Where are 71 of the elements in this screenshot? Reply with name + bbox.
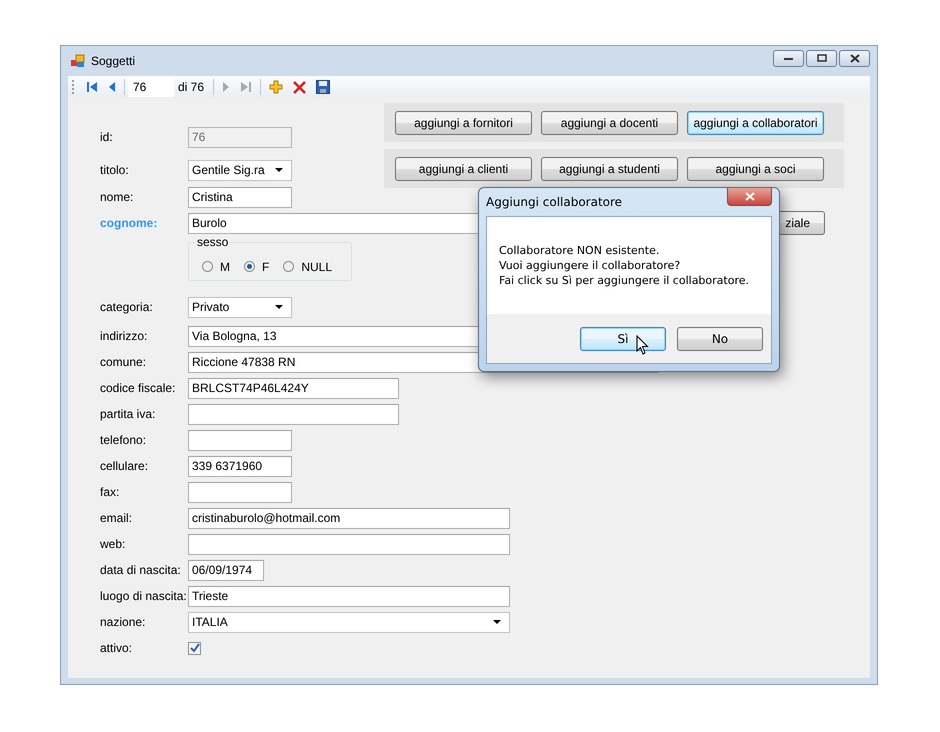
field-label: luogo di nascita:: [100, 589, 188, 603]
dropdown-arrow-icon: [275, 168, 283, 172]
grip-icon: [72, 79, 75, 95]
field-label: fax:: [100, 485, 120, 499]
text-field[interactable]: [188, 404, 399, 424]
add-to-group-button[interactable]: aggiungi a studenti: [541, 156, 678, 180]
field-label: indirizzo:: [100, 329, 148, 343]
add-to-group-button[interactable]: aggiungi a soci: [687, 156, 824, 180]
dialog-title: Aggiungi collaboratore: [486, 195, 622, 209]
add-to-group-button[interactable]: aggiungi a collaboratori: [687, 110, 824, 134]
record-count: di 76: [177, 80, 206, 94]
minimize-icon: [784, 56, 793, 60]
field-label: nome:: [100, 190, 134, 204]
field-label: id:: [100, 130, 114, 144]
next-icon: [222, 81, 230, 93]
radio-option[interactable]: F: [244, 260, 270, 274]
dropdown[interactable]: ITALIA: [188, 612, 510, 632]
text-field[interactable]: BRLCST74P46L424Y: [188, 378, 399, 398]
field-label: attivo:: [100, 641, 134, 655]
maximize-button[interactable]: [806, 50, 837, 66]
field-label: partita iva:: [100, 407, 156, 421]
text-field[interactable]: [188, 430, 292, 450]
add-to-group-button[interactable]: aggiungi a docenti: [541, 110, 678, 134]
dialog-button[interactable]: No: [677, 326, 763, 350]
add-to-group-button[interactable]: aggiungi a fornitori: [395, 110, 532, 134]
close-button[interactable]: [727, 188, 772, 206]
text-field[interactable]: [188, 482, 292, 502]
maximize-icon: [816, 54, 826, 62]
text-field[interactable]: [188, 534, 510, 554]
minimize-button[interactable]: [773, 50, 804, 66]
first-record-icon: [86, 81, 98, 93]
close-icon: [850, 54, 860, 62]
close-icon: [744, 192, 754, 201]
delete-icon: [293, 80, 306, 94]
field-label: comune:: [100, 355, 148, 369]
message-line: Collaboratore NON esistente.: [499, 243, 660, 258]
last-record-icon: [240, 81, 252, 93]
text-field[interactable]: 339 6371960: [188, 456, 292, 476]
field-label: email:: [100, 511, 134, 525]
mouse-pointer-icon: [636, 335, 649, 356]
field-label: web:: [100, 537, 126, 551]
app-icon: [71, 54, 85, 68]
field-label: nazione:: [100, 615, 146, 629]
save-icon: [316, 80, 330, 94]
radio-option[interactable]: M: [202, 260, 230, 274]
dropdown-arrow-icon: [493, 620, 501, 624]
previous-icon: [108, 81, 116, 93]
radio-option[interactable]: NULL: [283, 260, 332, 274]
checkbox[interactable]: [188, 642, 201, 654]
position-field[interactable]: 76: [128, 77, 174, 97]
text-field[interactable]: Cristina: [188, 186, 292, 208]
dropdown[interactable]: Gentile Sig.ra: [188, 160, 292, 180]
text-field[interactable]: cristinaburolo@hotmail.com: [188, 508, 510, 528]
field-label: codice fiscale:: [100, 381, 176, 395]
text-field[interactable]: Trieste: [188, 586, 510, 606]
field-label: categoria:: [100, 300, 154, 314]
dropdown[interactable]: Privato: [188, 296, 292, 318]
dropdown-arrow-icon: [275, 305, 283, 309]
field-label: cognome:: [100, 216, 158, 230]
text-field[interactable]: 06/09/1974: [188, 560, 264, 580]
field-label: cellulare:: [100, 459, 150, 473]
add-to-group-button[interactable]: aggiungi a clienti: [395, 156, 532, 180]
message-line: Vuoi aggiungere il collaboratore?: [499, 258, 682, 273]
window-title: Soggetti: [91, 54, 136, 68]
field-label: titolo:: [100, 163, 130, 177]
field-label: data di nascita:: [100, 563, 182, 577]
plus-icon: [269, 80, 284, 94]
close-button[interactable]: [839, 50, 870, 66]
field-label: telefono:: [100, 433, 148, 447]
message-line: Fai click su Sì per aggiungere il collaboratore.: [499, 273, 750, 288]
dialog-button[interactable]: Sì: [580, 326, 666, 350]
